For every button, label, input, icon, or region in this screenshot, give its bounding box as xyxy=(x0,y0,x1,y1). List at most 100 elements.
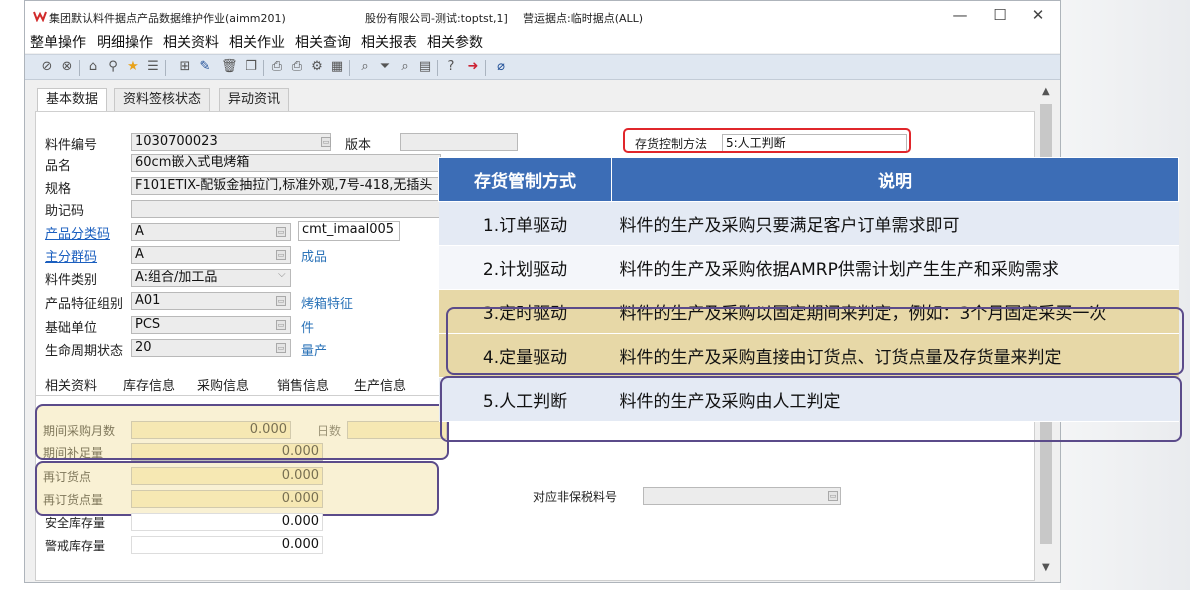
list-icon[interactable]: ☰ xyxy=(145,59,161,75)
lifecycle-field[interactable]: 20 xyxy=(131,339,291,357)
toolbar-separator xyxy=(263,60,264,76)
toolbar: ⊘ ⊗ ⌂ ⚲ ★ ☰ ⊞ ✎ 🗑 ❐ ⎙ ⎙ ⚙ ▦ ⌕ ⏷ ⌕ ▤ ? ➜ … xyxy=(25,54,1060,80)
bonded-field[interactable] xyxy=(643,487,841,505)
menu-item-related-jobs[interactable]: 相关作业 xyxy=(229,32,285,52)
group-label[interactable]: 主分群码 xyxy=(45,246,97,265)
edit-icon[interactable]: ✎ xyxy=(197,59,213,75)
filter-icon[interactable]: ⏷ xyxy=(377,59,393,75)
name-field[interactable]: 60cm嵌入式电烤箱 xyxy=(131,154,441,172)
item-no-label: 料件编号 xyxy=(45,138,98,153)
desc-header: 说明 xyxy=(611,157,1179,202)
method-cell: 2.计划驱动 xyxy=(438,245,612,290)
fixed-qty-highlight xyxy=(35,461,439,516)
scroll-down-icon[interactable]: ▼ xyxy=(1042,562,1050,573)
maximize-button[interactable]: ☐ xyxy=(985,6,1015,24)
group-field[interactable]: A xyxy=(131,246,291,264)
name-label: 品名 xyxy=(45,159,72,174)
fixed-period-row-highlight xyxy=(446,307,1184,375)
star-icon[interactable]: ★ xyxy=(125,59,141,75)
inv-control-highlight xyxy=(623,128,911,153)
feature-group-label: 产品特征组别 xyxy=(45,297,124,312)
add-icon[interactable]: ⊞ xyxy=(177,59,193,75)
table-row: 2.计划驱动 料件的生产及采购依据AMRP供需计划产生生产和采购需求 xyxy=(438,245,1179,290)
product-class-label[interactable]: 产品分类码 xyxy=(45,223,110,242)
minimize-button[interactable]: — xyxy=(945,6,975,24)
title-bar: 集团默认料件据点产品数据维护作业(aimm201) 股份有限公司-测试:topt… xyxy=(25,1,1060,31)
menu-item-document-ops[interactable]: 整单操作 xyxy=(30,32,86,52)
subtab-related-data[interactable]: 相关资料 xyxy=(45,375,97,394)
location-icon[interactable]: ⚲ xyxy=(105,59,121,75)
help-icon[interactable]: ? xyxy=(443,59,459,75)
confirm-icon[interactable]: ⊘ xyxy=(39,59,55,75)
zoom-icon[interactable]: ▭ xyxy=(276,320,286,330)
tab-basic-data[interactable]: 基本数据 xyxy=(37,88,108,112)
feature-group-desc: 烤箱特征 xyxy=(301,297,354,312)
zoom-icon[interactable]: ▭ xyxy=(276,227,286,237)
safety-stock-label: 安全库存量 xyxy=(45,516,106,530)
product-class-ref: cmt_imaal005 xyxy=(298,221,400,241)
scroll-up-icon[interactable]: ▲ xyxy=(1042,86,1050,97)
site-info: 营运据点:临时据点(ALL) xyxy=(523,12,644,25)
alert-stock-field[interactable]: 0.000 xyxy=(131,536,323,554)
group-desc: 成品 xyxy=(301,250,328,265)
mnemonic-label: 助记码 xyxy=(45,204,85,219)
zoom-icon[interactable]: ▭ xyxy=(321,137,331,147)
desc-cell: 料件的生产及采购只要满足客户订单需求即可 xyxy=(611,201,1179,246)
export-icon[interactable]: ▦ xyxy=(329,59,345,75)
safety-stock-field[interactable]: 0.000 xyxy=(131,513,323,531)
toolbar-separator xyxy=(349,60,350,76)
home-icon[interactable]: ⌂ xyxy=(85,59,101,75)
print-setup-icon[interactable]: ⚙ xyxy=(309,59,325,75)
toolbar-separator xyxy=(165,60,166,76)
print-icon[interactable]: ⎙ xyxy=(269,59,285,75)
print-preview-icon[interactable]: ⎙ xyxy=(289,59,305,75)
fixed-qty-row-highlight xyxy=(440,376,1182,442)
version-field[interactable] xyxy=(400,133,518,151)
menu-item-related-query[interactable]: 相关查询 xyxy=(295,32,351,52)
close-button[interactable]: ✕ xyxy=(1023,6,1053,24)
search-icon[interactable]: ⌕ xyxy=(357,59,373,75)
exit-icon[interactable]: ➜ xyxy=(465,59,481,75)
mnemonic-field[interactable] xyxy=(131,200,441,218)
version-label: 版本 xyxy=(345,138,372,153)
product-class-field[interactable]: A xyxy=(131,223,291,241)
subtab-sales[interactable]: 销售信息 xyxy=(277,375,329,394)
zoom-icon[interactable]: ▭ xyxy=(276,296,286,306)
menu-item-related-params[interactable]: 相关参数 xyxy=(427,32,483,52)
desc-cell: 料件的生产及采购依据AMRP供需计划产生生产和采购需求 xyxy=(611,245,1179,290)
category-label: 料件类别 xyxy=(45,273,98,288)
item-no-field[interactable]: 1030700023 xyxy=(131,133,331,151)
zoom-icon[interactable]: ▭ xyxy=(276,343,286,353)
toolbar-separator xyxy=(485,60,486,76)
feature-group-field[interactable]: A01 xyxy=(131,292,291,310)
subtab-purchase[interactable]: 采购信息 xyxy=(197,375,249,394)
bonded-label: 对应非保税料号 xyxy=(533,490,618,504)
alert-stock-label: 警戒库存量 xyxy=(45,539,106,553)
tab-approval-status[interactable]: 资料签核状态 xyxy=(114,88,211,112)
chevron-down-icon[interactable]: ⌵ xyxy=(278,269,286,280)
menu-item-detail-ops[interactable]: 明细操作 xyxy=(97,32,153,52)
delete-icon[interactable]: 🗑 xyxy=(221,59,238,75)
cancel-icon[interactable]: ⊗ xyxy=(59,59,75,75)
unit-field[interactable]: PCS xyxy=(131,316,291,334)
spec-label: 规格 xyxy=(45,182,72,197)
zoom-icon[interactable]: ▭ xyxy=(828,491,838,501)
spec-field[interactable]: F101ETIX-配钣金抽拉门,标准外观,7号-418,无插头 xyxy=(131,177,441,195)
lifecycle-label: 生命周期状态 xyxy=(45,344,124,359)
category-select[interactable]: A:组合/加工品 xyxy=(131,269,291,287)
attach-icon[interactable]: ⌀ xyxy=(493,59,509,75)
fixed-period-highlight xyxy=(35,404,449,460)
menu-item-related-data[interactable]: 相关资料 xyxy=(163,32,219,52)
menu-item-related-reports[interactable]: 相关报表 xyxy=(361,32,417,52)
subtab-production[interactable]: 生产信息 xyxy=(354,375,406,394)
subtab-inventory[interactable]: 库存信息 xyxy=(123,375,175,394)
lifecycle-desc: 量产 xyxy=(301,344,328,359)
copy-icon[interactable]: ❐ xyxy=(243,59,259,75)
zoom-icon[interactable]: ▭ xyxy=(276,250,286,260)
company-info: 股份有限公司-测试:toptst,1] xyxy=(365,12,508,25)
unit-label: 基础单位 xyxy=(45,321,98,336)
toolbar-separator xyxy=(79,60,80,76)
advanced-query-icon[interactable]: ⌕ xyxy=(397,59,413,75)
report-icon[interactable]: ▤ xyxy=(417,59,433,75)
tab-change-info[interactable]: 异动资讯 xyxy=(219,88,290,112)
